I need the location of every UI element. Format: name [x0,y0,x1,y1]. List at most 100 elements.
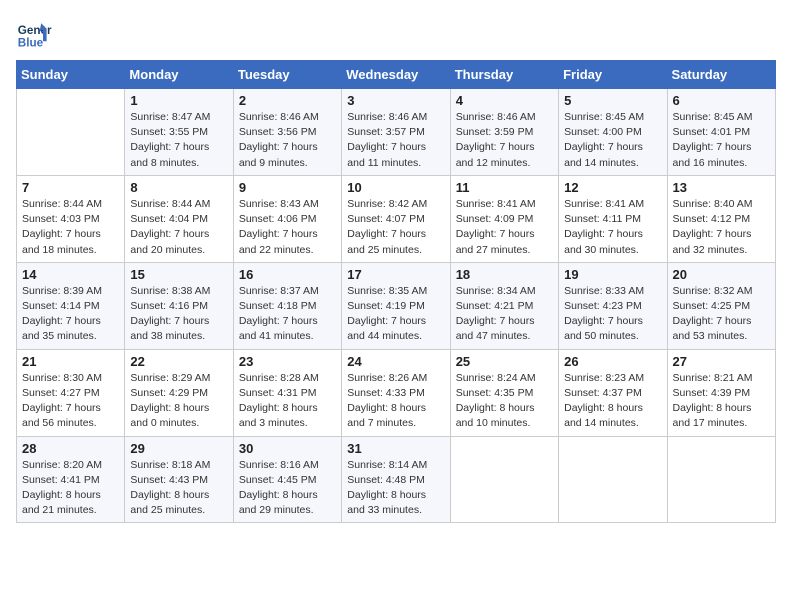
weekday-header-row: SundayMondayTuesdayWednesdayThursdayFrid… [17,61,776,89]
day-detail: Sunrise: 8:23 AMSunset: 4:37 PMDaylight:… [564,371,661,432]
calendar-cell: 29 Sunrise: 8:18 AMSunset: 4:43 PMDayligh… [125,436,233,523]
calendar-cell: 3 Sunrise: 8:46 AMSunset: 3:57 PMDaylight… [342,89,450,176]
day-detail: Sunrise: 8:38 AMSunset: 4:16 PMDaylight:… [130,284,227,345]
calendar-cell: 25Sunrise: 8:24 AMSunset: 4:35 PMDayligh… [450,349,558,436]
day-number: 17 [347,267,444,282]
day-detail: Sunrise: 8:41 AMSunset: 4:09 PMDaylight:… [456,197,553,258]
calendar-cell: 22Sunrise: 8:29 AMSunset: 4:29 PMDayligh… [125,349,233,436]
calendar-cell: 21 Sunrise: 8:30 AMSunset: 4:27 PMDayligh… [17,349,125,436]
calendar-cell: 8 Sunrise: 8:44 AMSunset: 4:04 PMDaylight… [125,175,233,262]
day-number: 29 [130,441,227,456]
day-detail: Sunrise: 8:46 AMSunset: 3:57 PMDaylight:… [347,110,444,171]
day-detail: Sunrise: 8:18 AMSunset: 4:43 PMDaylight:… [130,458,227,519]
calendar-cell: 6Sunrise: 8:45 AMSunset: 4:01 PMDaylight… [667,89,775,176]
weekday-header-sunday: Sunday [17,61,125,89]
day-detail: Sunrise: 8:37 AMSunset: 4:18 PMDaylight:… [239,284,336,345]
weekday-header-wednesday: Wednesday [342,61,450,89]
calendar-cell: 2Sunrise: 8:46 AMSunset: 3:56 PMDaylight… [233,89,341,176]
day-number: 9 [239,180,336,195]
calendar-cell: 1 Sunrise: 8:47 AMSunset: 3:55 PMDaylight… [125,89,233,176]
day-number: 5 [564,93,661,108]
calendar-cell [17,89,125,176]
weekday-header-monday: Monday [125,61,233,89]
calendar-cell: 27 Sunrise: 8:21 AMSunset: 4:39 PMDayligh… [667,349,775,436]
calendar-cell [559,436,667,523]
calendar-cell: 18Sunrise: 8:34 AMSunset: 4:21 PMDayligh… [450,262,558,349]
calendar-cell: 12 Sunrise: 8:41 AMSunset: 4:11 PMDayligh… [559,175,667,262]
calendar-cell: 10 Sunrise: 8:42 AMSunset: 4:07 PMDayligh… [342,175,450,262]
day-detail: Sunrise: 8:44 AMSunset: 4:03 PMDaylight:… [22,197,119,258]
calendar-cell: 31 Sunrise: 8:14 AMSunset: 4:48 PMDayligh… [342,436,450,523]
day-detail: Sunrise: 8:41 AMSunset: 4:11 PMDaylight:… [564,197,661,258]
day-number: 31 [347,441,444,456]
day-number: 16 [239,267,336,282]
day-number: 7 [22,180,119,195]
day-detail: Sunrise: 8:30 AMSunset: 4:27 PMDaylight:… [22,371,119,432]
day-number: 27 [673,354,770,369]
day-detail: Sunrise: 8:29 AMSunset: 4:29 PMDaylight:… [130,371,227,432]
day-detail: Sunrise: 8:45 AMSunset: 4:01 PMDaylight:… [673,110,770,171]
day-number: 24 [347,354,444,369]
day-number: 25 [456,354,553,369]
day-number: 3 [347,93,444,108]
day-detail: Sunrise: 8:43 AMSunset: 4:06 PMDaylight:… [239,197,336,258]
day-number: 12 [564,180,661,195]
calendar-cell: 30Sunrise: 8:16 AMSunset: 4:45 PMDayligh… [233,436,341,523]
day-detail: Sunrise: 8:32 AMSunset: 4:25 PMDaylight:… [673,284,770,345]
svg-text:General: General [18,24,52,37]
day-detail: Sunrise: 8:47 AMSunset: 3:55 PMDaylight:… [130,110,227,171]
calendar-cell: 14 Sunrise: 8:39 AMSunset: 4:14 PMDayligh… [17,262,125,349]
calendar-week-row: 1 Sunrise: 8:47 AMSunset: 3:55 PMDaylight… [17,89,776,176]
day-detail: Sunrise: 8:44 AMSunset: 4:04 PMDaylight:… [130,197,227,258]
day-detail: Sunrise: 8:42 AMSunset: 4:07 PMDaylight:… [347,197,444,258]
day-detail: Sunrise: 8:39 AMSunset: 4:14 PMDaylight:… [22,284,119,345]
calendar-week-row: 28 Sunrise: 8:20 AMSunset: 4:41 PMDayligh… [17,436,776,523]
weekday-header-friday: Friday [559,61,667,89]
day-detail: Sunrise: 8:46 AMSunset: 3:59 PMDaylight:… [456,110,553,171]
day-detail: Sunrise: 8:14 AMSunset: 4:48 PMDaylight:… [347,458,444,519]
day-detail: Sunrise: 8:21 AMSunset: 4:39 PMDaylight:… [673,371,770,432]
weekday-header-tuesday: Tuesday [233,61,341,89]
calendar-week-row: 7 Sunrise: 8:44 AMSunset: 4:03 PMDaylight… [17,175,776,262]
day-number: 19 [564,267,661,282]
day-detail: Sunrise: 8:26 AMSunset: 4:33 PMDaylight:… [347,371,444,432]
day-number: 21 [22,354,119,369]
day-number: 28 [22,441,119,456]
day-number: 26 [564,354,661,369]
calendar-cell: 13Sunrise: 8:40 AMSunset: 4:12 PMDayligh… [667,175,775,262]
weekday-header-saturday: Saturday [667,61,775,89]
calendar-week-row: 14 Sunrise: 8:39 AMSunset: 4:14 PMDayligh… [17,262,776,349]
calendar-cell: 23Sunrise: 8:28 AMSunset: 4:31 PMDayligh… [233,349,341,436]
day-number: 20 [673,267,770,282]
calendar-cell: 5 Sunrise: 8:45 AMSunset: 4:00 PMDaylight… [559,89,667,176]
day-detail: Sunrise: 8:34 AMSunset: 4:21 PMDaylight:… [456,284,553,345]
calendar-cell [450,436,558,523]
day-detail: Sunrise: 8:46 AMSunset: 3:56 PMDaylight:… [239,110,336,171]
day-detail: Sunrise: 8:20 AMSunset: 4:41 PMDaylight:… [22,458,119,519]
day-number: 14 [22,267,119,282]
logo-icon: General Blue [16,16,52,52]
calendar-cell: 7 Sunrise: 8:44 AMSunset: 4:03 PMDaylight… [17,175,125,262]
logo: General Blue [16,16,58,52]
calendar-cell: 26 Sunrise: 8:23 AMSunset: 4:37 PMDayligh… [559,349,667,436]
calendar-cell: 4 Sunrise: 8:46 AMSunset: 3:59 PMDaylight… [450,89,558,176]
day-number: 1 [130,93,227,108]
day-detail: Sunrise: 8:45 AMSunset: 4:00 PMDaylight:… [564,110,661,171]
calendar-cell: 9 Sunrise: 8:43 AMSunset: 4:06 PMDaylight… [233,175,341,262]
calendar-cell [667,436,775,523]
calendar-cell: 28 Sunrise: 8:20 AMSunset: 4:41 PMDayligh… [17,436,125,523]
day-number: 10 [347,180,444,195]
calendar-cell: 16 Sunrise: 8:37 AMSunset: 4:18 PMDayligh… [233,262,341,349]
day-number: 15 [130,267,227,282]
page-header: General Blue [16,16,776,52]
day-number: 11 [456,180,553,195]
calendar-cell: 11 Sunrise: 8:41 AMSunset: 4:09 PMDayligh… [450,175,558,262]
day-detail: Sunrise: 8:16 AMSunset: 4:45 PMDaylight:… [239,458,336,519]
day-number: 8 [130,180,227,195]
calendar-cell: 24 Sunrise: 8:26 AMSunset: 4:33 PMDayligh… [342,349,450,436]
day-detail: Sunrise: 8:35 AMSunset: 4:19 PMDaylight:… [347,284,444,345]
calendar-cell: 17 Sunrise: 8:35 AMSunset: 4:19 PMDayligh… [342,262,450,349]
calendar-cell: 20 Sunrise: 8:32 AMSunset: 4:25 PMDayligh… [667,262,775,349]
calendar-week-row: 21 Sunrise: 8:30 AMSunset: 4:27 PMDayligh… [17,349,776,436]
day-number: 4 [456,93,553,108]
